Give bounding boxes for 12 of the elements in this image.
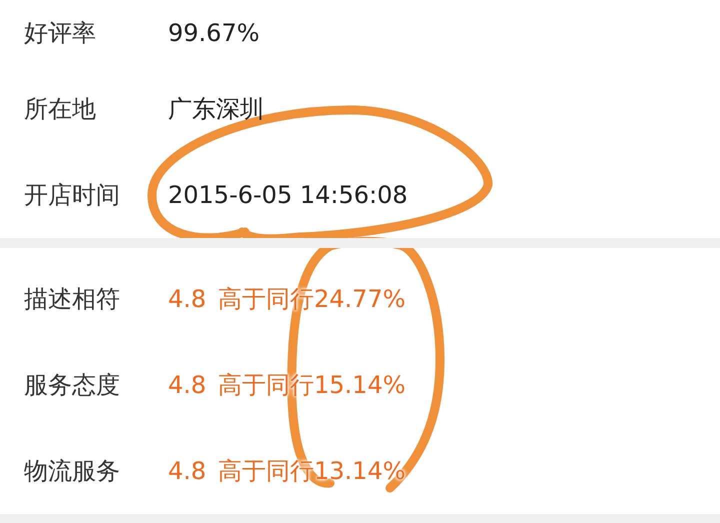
rating-label: 服务态度 [24, 370, 121, 401]
info-value: 99.67% [168, 19, 260, 47]
info-label: 所在地 [24, 94, 97, 125]
info-label: 好评率 [24, 18, 97, 49]
info-value: 2015-6-05 14:56:08 [168, 181, 408, 209]
rating-score: 4.8 [168, 285, 208, 313]
info-value: 广东深圳 [168, 94, 264, 125]
rating-label: 描述相符 [24, 284, 121, 315]
rating-label: 物流服务 [24, 456, 121, 487]
rating-score: 4.8 [168, 457, 208, 485]
info-label: 开店时间 [24, 180, 121, 211]
rating-score: 4.8 [168, 371, 208, 399]
